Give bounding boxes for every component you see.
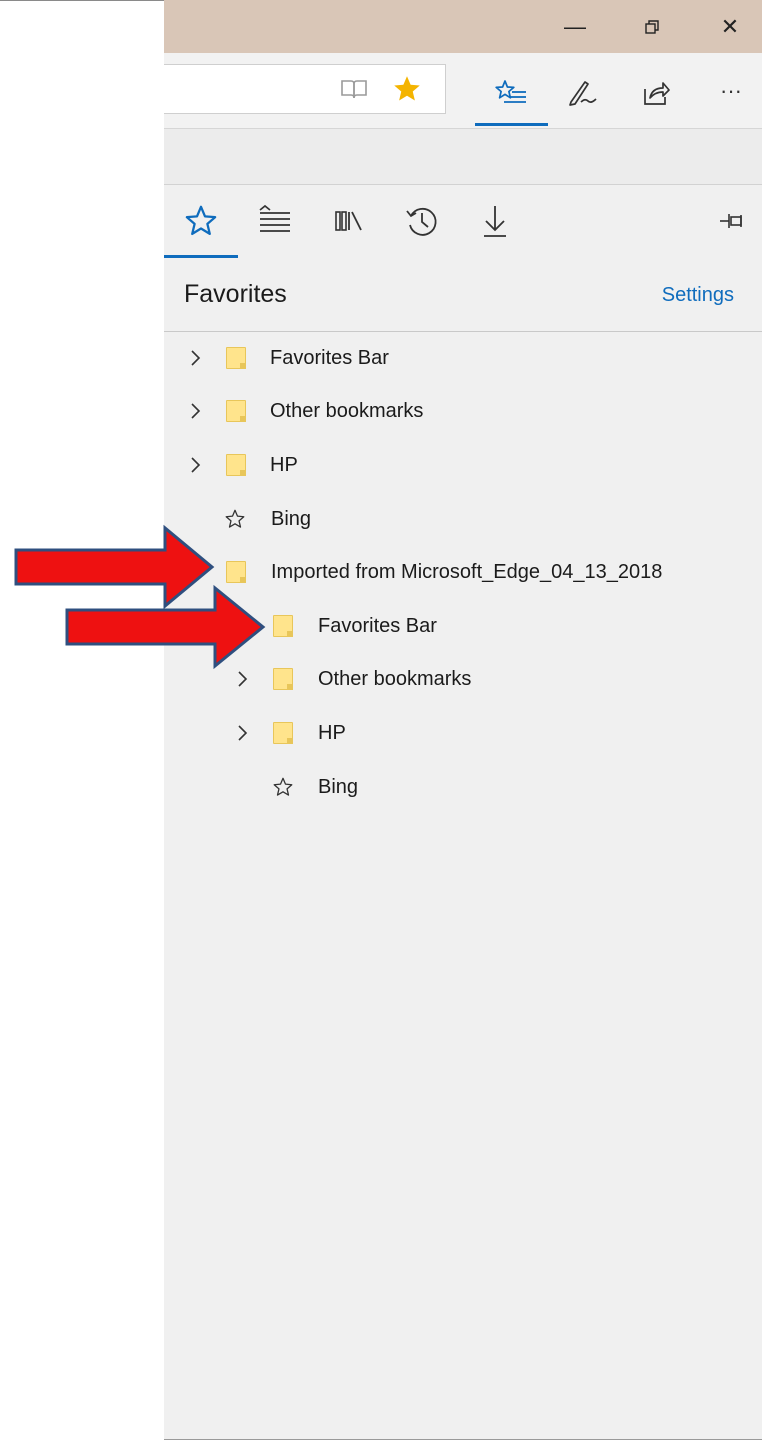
favorites-tab-underline: [164, 255, 238, 258]
chevron-right-icon[interactable]: [184, 349, 206, 367]
tree-item-imported-hp[interactable]: HP: [231, 713, 346, 753]
notes-pen-icon: [569, 81, 597, 106]
annotation-arrow-favorites-bar: [65, 584, 266, 670]
star-outline-icon: [224, 508, 246, 530]
reading-view-icon: [341, 80, 367, 99]
folder-icon: [273, 722, 293, 744]
folder-icon: [226, 561, 246, 583]
header-divider: [164, 331, 762, 332]
favorite-star-icon: [394, 76, 420, 101]
edge-browser-window: — ✕ ··· Favorites Settings Favorites Bar…: [164, 0, 762, 1440]
share-button[interactable]: [638, 75, 674, 111]
tree-item-label: Other bookmarks: [270, 399, 424, 422]
tree-item-label: HP: [270, 453, 298, 476]
chevron-right-icon[interactable]: [184, 402, 206, 420]
tree-item-other-bookmarks[interactable]: Other bookmarks: [184, 391, 423, 431]
hub-button[interactable]: [493, 75, 529, 111]
close-button[interactable]: ✕: [710, 12, 750, 42]
favorites-star-icon: [185, 205, 217, 236]
tree-item-label: HP: [318, 721, 346, 744]
folder-icon: [273, 615, 293, 637]
tree-item-label: Bing: [318, 775, 359, 798]
tree-item-label: Favorites Bar: [270, 346, 389, 369]
chevron-right-icon[interactable]: [231, 724, 253, 742]
toolbar-strip: [164, 129, 762, 185]
folder-icon: [226, 454, 246, 476]
background-area: [0, 0, 164, 1440]
tab-reading-list[interactable]: [255, 201, 295, 241]
minimize-icon: —: [564, 14, 586, 39]
tree-item-imported-favorites-bar[interactable]: Favorites Bar: [273, 606, 437, 646]
folder-icon: [273, 668, 293, 690]
tree-item-imported-bing[interactable]: Bing: [272, 767, 358, 807]
minimize-button[interactable]: —: [555, 12, 595, 42]
chevron-right-icon[interactable]: [231, 670, 253, 688]
star-outline-icon: [272, 776, 294, 798]
more-button[interactable]: ···: [713, 73, 749, 109]
reading-list-icon: [259, 204, 290, 232]
tree-item-favorites-bar[interactable]: Favorites Bar: [184, 338, 389, 378]
panel-title: Favorites: [184, 280, 287, 308]
tree-item-imported-folder[interactable]: Imported from Microsoft_Edge_04_13_2018: [226, 552, 662, 592]
restore-icon: [645, 20, 659, 34]
reading-view-button[interactable]: [336, 71, 372, 107]
tab-books[interactable]: [329, 201, 369, 241]
tab-favorites[interactable]: [181, 201, 221, 241]
tree-item-label: Favorites Bar: [318, 614, 437, 637]
add-to-favorites-button[interactable]: [389, 71, 425, 107]
hub-favorites-icon: [495, 80, 526, 103]
more-icon: ···: [720, 78, 742, 103]
title-bar: — ✕: [164, 0, 762, 53]
books-icon: [335, 211, 362, 231]
folder-icon: [226, 347, 246, 369]
tree-item-label: Imported from Microsoft_Edge_04_13_2018: [271, 560, 663, 583]
hub-tab-bar: [164, 185, 762, 258]
navigation-toolbar: ···: [164, 53, 762, 129]
downloads-icon: [484, 206, 506, 237]
tab-downloads[interactable]: [475, 201, 515, 241]
settings-link[interactable]: Settings: [662, 284, 734, 307]
folder-icon: [226, 400, 246, 422]
tree-item-label: Bing: [271, 507, 312, 530]
chevron-right-icon[interactable]: [184, 456, 206, 474]
web-note-button[interactable]: [565, 75, 601, 111]
close-icon: ✕: [720, 14, 740, 39]
tree-item-label: Other bookmarks: [318, 667, 472, 690]
hub-active-underline: [475, 123, 548, 126]
pin-icon: [720, 214, 742, 228]
tab-history[interactable]: [402, 201, 442, 241]
history-icon: [406, 207, 437, 236]
maximize-button[interactable]: [632, 12, 672, 42]
share-icon: [644, 82, 670, 105]
address-bar[interactable]: [164, 64, 446, 114]
pin-button[interactable]: [712, 201, 752, 241]
tree-item-hp[interactable]: HP: [184, 445, 298, 485]
tree-item-bing[interactable]: Bing: [224, 499, 311, 539]
